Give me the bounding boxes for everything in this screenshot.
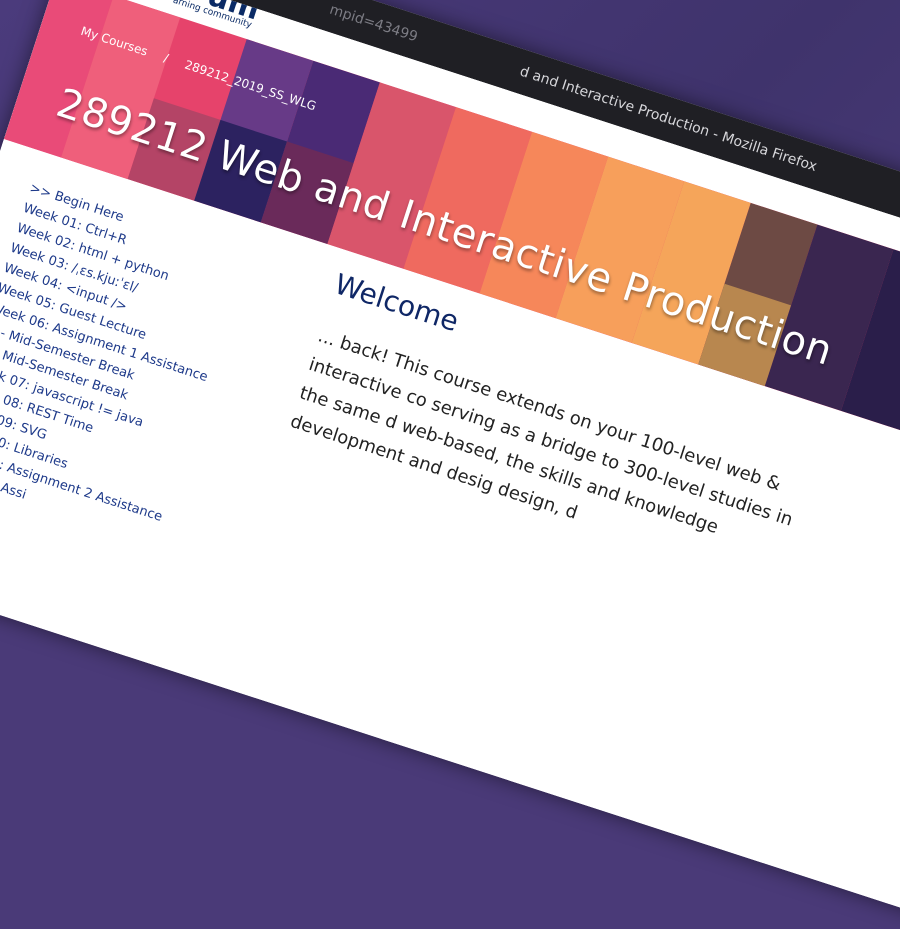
browser-window: mpid=43499 d and Interactive Production … [0,0,900,929]
breadcrumb-separator: / [162,50,171,66]
course-sidebar: >> Begin Here Week 01: Ctrl+R Week 02: h… [0,178,262,552]
